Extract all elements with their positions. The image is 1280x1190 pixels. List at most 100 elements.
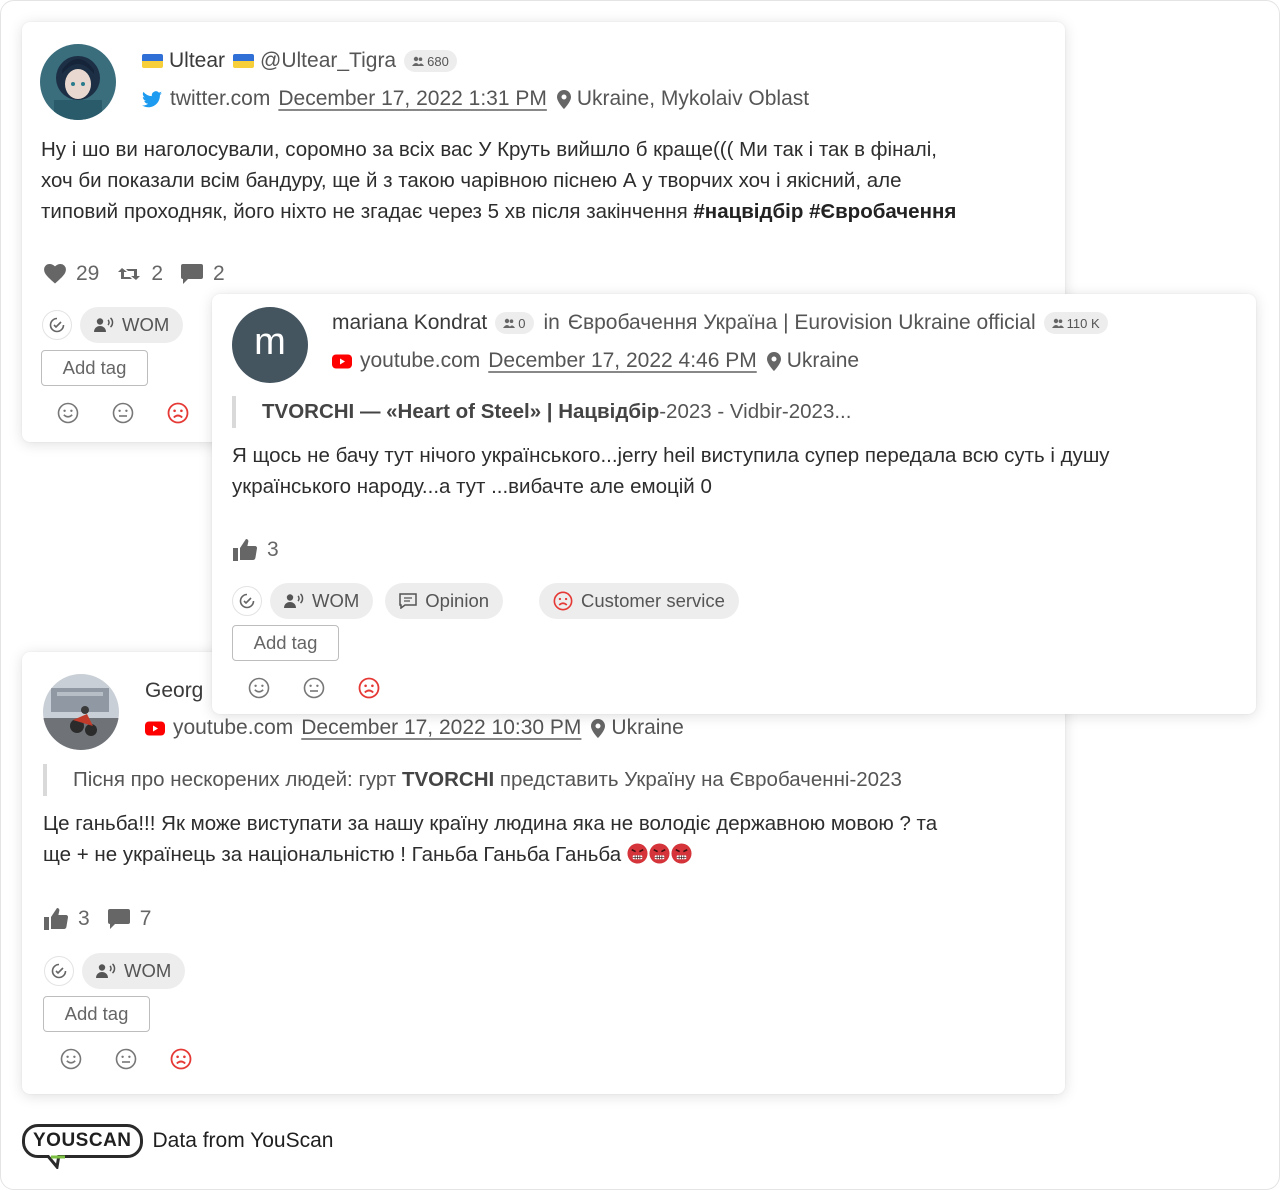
speech-bubble-icon [399,593,418,609]
audience-count: 680 [427,53,449,69]
hashtags[interactable]: #нацвідбір #Євробачення [693,200,956,223]
location: Ukraine [611,716,684,739]
channel-audience-count: 110 K [1066,315,1100,331]
mention-card-georg[interactable]: Georg youtube.com December 17, 2022 10:3… [22,652,1065,1094]
quote-highlight: TVORCHI [401,768,495,791]
post-meta: youtube.com December 17, 2022 4:46 PM Uk… [332,346,859,376]
repost-icon [118,268,141,280]
people-icon [503,318,516,328]
positive-sentiment-icon[interactable] [248,677,270,699]
category-chip-customer-service[interactable]: Customer service [539,583,739,619]
post-text-line: Я щось не бачу тут нічого українського..… [232,444,1110,467]
engagement-stats: 3 7 [44,905,169,933]
negative-sentiment-icon[interactable] [167,402,189,424]
post-header: mariana Kondrat 0 in Євробачення Україна… [332,308,1108,338]
tag-label: WOM [122,314,170,335]
in-label: in [543,311,560,334]
avatar[interactable] [40,44,116,120]
ukraine-flag-icon [142,54,163,68]
comments-count: 2 [213,262,225,285]
check-circle-icon [51,963,67,979]
youtube-icon [145,721,165,735]
author-name[interactable]: Georg [145,679,203,703]
tag-chip-wom[interactable]: WOM [82,953,186,989]
mark-processed-button[interactable] [44,956,74,986]
channel-name[interactable]: Євробачення Україна | Eurovision Ukraine… [568,311,1036,335]
wom-icon [284,593,304,608]
negative-sentiment-icon[interactable] [358,677,380,699]
source-link[interactable]: twitter.com [170,87,270,111]
people-icon [1051,318,1064,328]
author-name[interactable]: mariana Kondrat [332,311,487,335]
thumbs-up-icon [233,539,257,561]
post-text: Я щось не бачу тут нічого українського..… [232,440,1242,502]
neutral-sentiment-icon[interactable] [112,402,134,424]
likes-count: 3 [78,907,90,930]
parent-video-quote[interactable]: TVORCHI — «Heart of Steel» | Нацвідбір-2… [232,396,851,428]
post-header: Georg [145,676,203,706]
tag-chip-wom[interactable]: WOM [80,307,184,343]
location: Ukraine, Mykolaiv Oblast [576,87,810,110]
tag-row: WOM Opinion Customer service [232,583,751,619]
neutral-sentiment-icon[interactable] [303,677,325,699]
avatar[interactable] [43,674,119,750]
category-label: Customer service [581,590,725,611]
add-tag-button[interactable]: Add tag [41,350,148,386]
mark-processed-button[interactable] [232,586,262,616]
tag-chip-opinion[interactable]: Opinion [385,583,504,619]
heart-icon [44,264,66,284]
audience-count: 0 [518,315,526,331]
mention-card-mariana[interactable]: m mariana Kondrat 0 in Євробачення Украї… [212,294,1256,714]
audience-badge: 680 [404,50,457,72]
positive-sentiment-icon[interactable] [57,402,79,424]
negative-sentiment-icon[interactable] [170,1048,192,1070]
thumbs-up-icon [44,908,68,930]
location-pin-icon [766,351,781,371]
ukraine-flag-icon [233,54,255,68]
twitter-icon [142,90,162,107]
tag-label: WOM [312,590,360,611]
tag-row: WOM [42,307,195,343]
author-handle[interactable]: @Ultear_Tigra [260,49,396,73]
tag-label: WOM [124,960,172,981]
angry-emoji-icons [627,843,692,864]
location-pin-icon [591,718,606,738]
avatar-letter: m [254,321,286,363]
logo-tail-icon [45,1155,65,1169]
parent-video-quote[interactable]: Пісня про нескорених людей: гурт TVORCHI… [43,764,902,796]
channel-audience-badge: 110 K [1043,312,1108,334]
tag-label: Opinion [425,590,490,611]
sentiment-selector [248,677,380,699]
post-text-line: типовий проходняк, його ніхто не згадає … [41,196,1051,227]
logo-text: YOUSCAN [33,1130,132,1151]
reposts-count: 2 [151,262,164,285]
add-tag-button[interactable]: Add tag [43,996,150,1032]
neutral-sentiment-icon[interactable] [115,1048,137,1070]
quote-text: -2023 - Vidbir-2023... [659,400,852,423]
location-pin-icon [556,89,571,109]
avatar[interactable]: m [232,307,308,383]
source-link[interactable]: youtube.com [173,716,293,740]
post-text-segment: ще + не українець за національністю ! Га… [43,843,627,866]
audience-badge: 0 [495,312,534,334]
check-circle-icon [49,317,65,333]
source-link[interactable]: youtube.com [360,349,480,373]
post-text-line: Ну і шо ви наголосували, соромно за всіх… [41,138,938,161]
tag-chip-wom[interactable]: WOM [270,583,374,619]
footer-text: Data from YouScan [152,1129,334,1152]
positive-sentiment-icon[interactable] [60,1048,82,1070]
post-text-line: українського народу...а тут ...вибачте а… [232,475,712,498]
likes-count: 3 [267,538,279,561]
author-name[interactable]: Ultear [169,49,225,73]
likes-count: 29 [76,262,100,285]
engagement-stats: 3 [233,536,297,564]
post-date-link[interactable]: December 17, 2022 4:46 PM [488,349,757,373]
sentiment-selector [60,1048,192,1070]
post-date-link[interactable]: December 17, 2022 1:31 PM [278,87,547,111]
post-date-link[interactable]: December 17, 2022 10:30 PM [301,716,581,740]
add-tag-button[interactable]: Add tag [232,625,339,661]
mark-processed-button[interactable] [42,310,72,340]
post-text: Ну і шо ви наголосували, соромно за всіх… [41,134,1051,227]
youtube-icon [332,354,352,368]
post-text: Це ганьба!!! Як може виступати за нашу к… [43,808,1053,870]
